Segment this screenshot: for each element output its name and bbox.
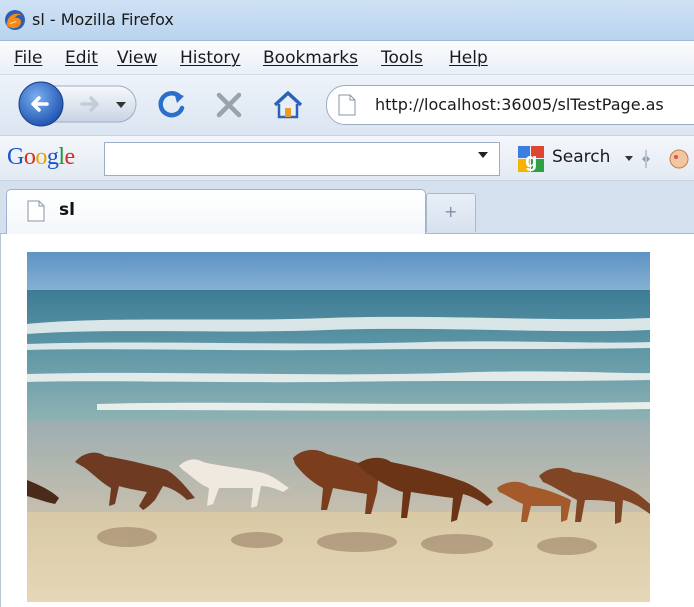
menu-history[interactable]: History [180, 48, 240, 68]
menu-view[interactable]: View [117, 48, 157, 68]
search-input[interactable] [104, 142, 500, 176]
menu-tools[interactable]: Tools [381, 48, 423, 68]
google-search-icon[interactable]: g [518, 146, 544, 172]
horses-beach-image [27, 252, 650, 602]
page-icon [338, 94, 356, 116]
window-title: sl - Mozilla Firefox [32, 10, 174, 29]
tab-strip: sl + [0, 181, 694, 234]
menu-help[interactable]: Help [449, 48, 488, 68]
menu-edit[interactable]: Edit [65, 48, 98, 68]
toolbar-extra-icon[interactable] [668, 148, 690, 170]
home-icon [273, 91, 303, 119]
new-tab-button[interactable]: + [426, 193, 476, 232]
menu-bookmarks[interactable]: Bookmarks [263, 48, 358, 68]
navigation-toolbar: http://localhost:36005/slTestPage.as [0, 75, 694, 136]
url-text[interactable]: http://localhost:36005/slTestPage.as [375, 95, 664, 114]
title-bar: sl - Mozilla Firefox [0, 0, 694, 41]
plus-icon: + [444, 202, 458, 221]
tab-label: sl [59, 200, 75, 220]
search-button[interactable]: Search [552, 147, 610, 167]
browser-window: sl - Mozilla Firefox File Edit View Hist… [0, 0, 694, 607]
back-button[interactable] [18, 81, 64, 127]
search-toolbar: Google g Search [0, 136, 694, 181]
url-bar[interactable]: http://localhost:36005/slTestPage.as [326, 85, 694, 125]
toolbar-resize-handle-icon[interactable] [640, 148, 652, 170]
tab-sl[interactable]: sl [6, 189, 426, 234]
refresh-button[interactable] [156, 89, 188, 121]
svg-text:g: g [525, 150, 537, 172]
page-icon [27, 200, 45, 222]
stop-button[interactable] [213, 89, 245, 121]
search-dropdown-icon[interactable] [625, 156, 633, 161]
menu-file[interactable]: File [14, 48, 42, 68]
stop-icon [216, 92, 242, 118]
home-button[interactable] [272, 89, 304, 121]
page-content [0, 234, 694, 607]
back-forward-buttons [18, 81, 137, 127]
google-logo[interactable]: Google [7, 144, 75, 171]
chevron-down-icon[interactable] [478, 152, 488, 158]
menu-bar: File Edit View History Bookmarks Tools H… [0, 41, 694, 75]
firefox-icon [5, 10, 25, 30]
